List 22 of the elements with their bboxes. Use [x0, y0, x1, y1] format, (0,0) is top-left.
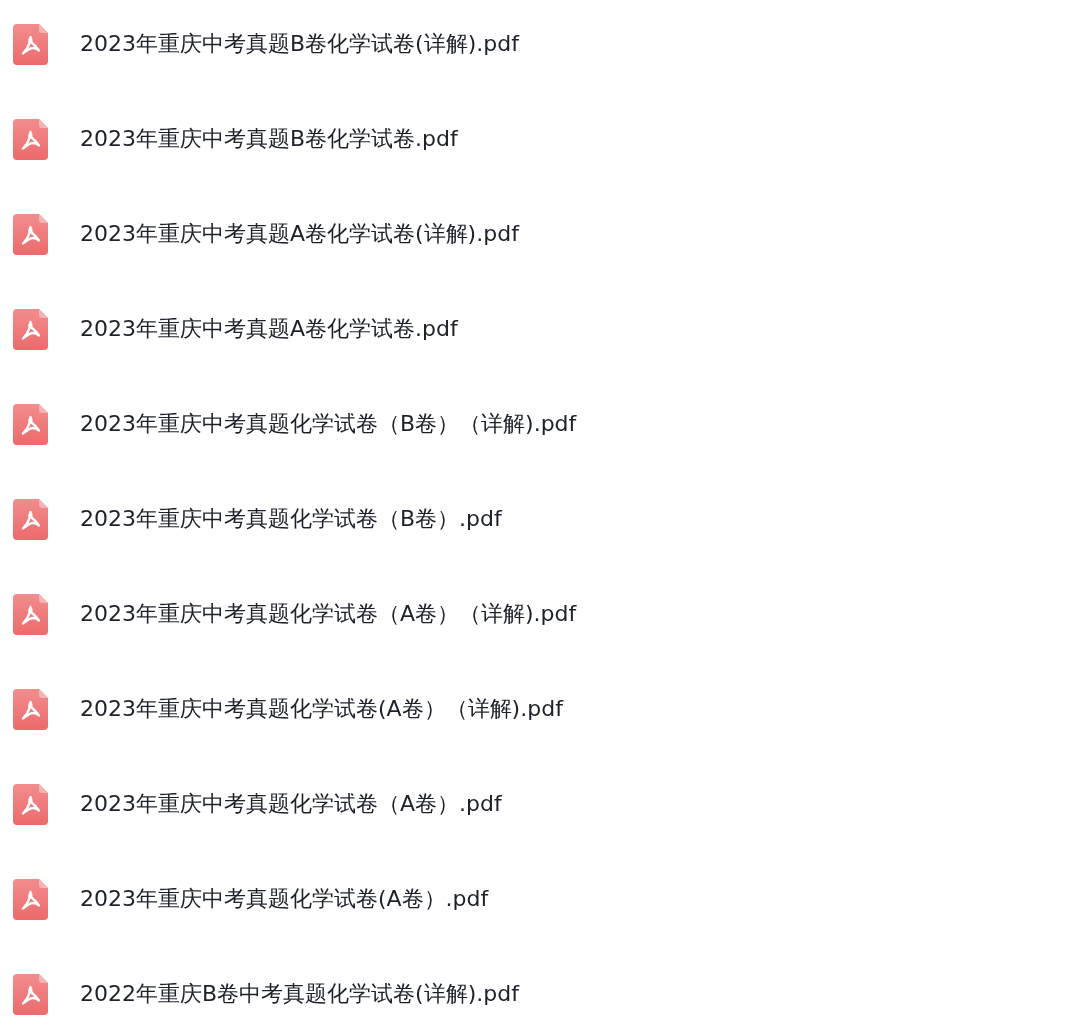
file-icon	[13, 594, 48, 635]
file-name[interactable]: 2023年重庆中考真题化学试卷（B卷）.pdf	[80, 506, 502, 533]
file-icon	[13, 24, 48, 65]
file-name[interactable]: 2023年重庆中考真题化学试卷（A卷）.pdf	[80, 791, 502, 818]
file-icon	[13, 119, 48, 160]
file-name[interactable]: 2023年重庆中考真题化学试卷(A卷）（详解).pdf	[80, 696, 563, 723]
file-icon	[13, 214, 48, 255]
file-icon	[13, 404, 48, 445]
file-name[interactable]: 2023年重庆中考真题B卷化学试卷(详解).pdf	[80, 31, 519, 58]
file-icon	[13, 689, 48, 730]
file-icon	[13, 784, 48, 825]
file-name[interactable]: 2023年重庆中考真题化学试卷(A卷）.pdf	[80, 886, 489, 913]
file-icon	[13, 499, 48, 540]
file-name[interactable]: 2023年重庆中考真题A卷化学试卷(详解).pdf	[80, 221, 519, 248]
file-icon	[13, 309, 48, 350]
file-name[interactable]: 2023年重庆中考真题A卷化学试卷.pdf	[80, 316, 458, 343]
file-name[interactable]: 2023年重庆中考真题化学试卷（B卷）（详解).pdf	[80, 411, 577, 438]
file-name[interactable]: 2022年重庆B卷中考真题化学试卷(详解).pdf	[80, 981, 519, 1008]
file-icon	[13, 974, 48, 1015]
file-name[interactable]: 2023年重庆中考真题化学试卷（A卷）（详解).pdf	[80, 601, 577, 628]
file-icon	[13, 879, 48, 920]
file-name[interactable]: 2023年重庆中考真题B卷化学试卷.pdf	[80, 126, 458, 153]
